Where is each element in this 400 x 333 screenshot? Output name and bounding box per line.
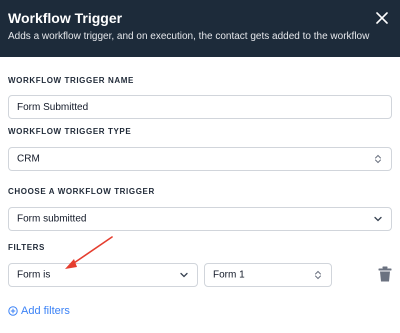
filters-label: FILTERS [8, 243, 45, 252]
close-icon[interactable] [372, 8, 392, 28]
dialog-subtitle: Adds a workflow trigger, and on executio… [8, 31, 370, 42]
add-filters-button[interactable]: Add filters [8, 305, 70, 317]
choose-trigger-select[interactable]: Form submitted [8, 207, 392, 231]
filter-form-select[interactable]: Form 1 [204, 263, 332, 287]
choose-trigger-value: Form submitted [17, 213, 87, 225]
filter-condition-value: Form is [17, 269, 51, 281]
filter-condition-select[interactable]: Form is [8, 263, 198, 287]
choose-trigger-label: CHOOSE A WORKFLOW TRIGGER [8, 187, 155, 196]
trigger-type-value: CRM [17, 153, 40, 165]
trigger-type-select[interactable]: CRM [8, 147, 392, 171]
trash-icon[interactable] [378, 266, 392, 282]
add-filters-label: Add filters [21, 305, 70, 317]
chevron-updown-icon [375, 154, 381, 164]
trigger-name-input[interactable] [9, 96, 391, 118]
trigger-name-field[interactable] [8, 95, 392, 119]
chevron-down-icon [180, 272, 188, 278]
dialog-header: Workflow Trigger Adds a workflow trigger… [0, 0, 400, 57]
chevron-down-icon [374, 216, 382, 222]
trigger-name-label: WORKFLOW TRIGGER NAME [8, 76, 134, 85]
trigger-type-label: WORKFLOW TRIGGER TYPE [8, 127, 132, 136]
chevron-updown-icon [315, 270, 321, 280]
plus-circle-icon [8, 306, 18, 316]
filter-form-value: Form 1 [213, 269, 245, 281]
dialog-title: Workflow Trigger [8, 10, 123, 26]
